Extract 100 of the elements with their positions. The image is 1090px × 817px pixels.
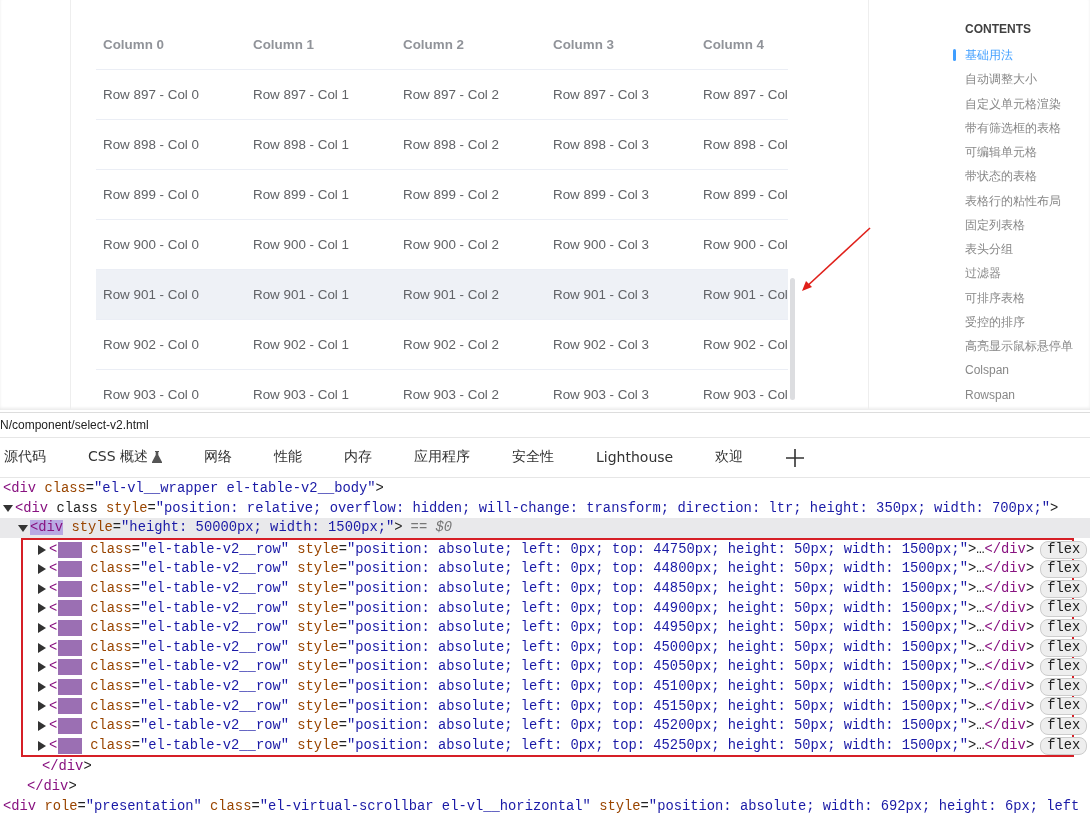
expand-triangle-icon[interactable] [37,642,47,653]
flex-badge[interactable]: flex [1040,697,1088,716]
table-cell-text: Row 903 - Col 2 [402,387,500,402]
flex-badge[interactable]: flex [1040,658,1088,677]
table-row[interactable]: Row 899 - Col 0 Row 899 - Col 1 Row 899 - Col 2 Row 899 - Col 3 Row 899 - Col [96,170,788,220]
toc-link[interactable]: 可排序表格 [965,288,1025,307]
toc-link[interactable]: 自动调整大小 [965,70,1037,89]
table-cell-text: Row 897 - Col 3 [552,87,650,102]
code-text: class="el-table-v2__row" style="position: absolute; left: 0px; top: 44950px; height: 50px; width: 1500px;">…</div> [90,619,1035,638]
collapse-triangle-icon[interactable] [3,503,13,514]
table-cell-text: Row 902 - Col 0 [102,337,200,352]
expand-triangle-icon[interactable] [37,720,47,731]
toc-link[interactable]: 高亮显示鼠标悬停单 [965,337,1073,356]
flex-badge[interactable]: flex [1040,677,1088,696]
code-text: <div class="el-vl__wrapper el-table-v2__body"> [3,480,384,498]
devtools-tab[interactable]: CSS 概述 [67,437,183,478]
flex-badge[interactable]: flex [1040,560,1088,579]
code-text: class="el-table-v2__row" style="position: absolute; left: 0px; top: 44800px; height: 50px; width: 1500px;">…</div> [90,560,1035,579]
code-text: class="el-table-v2__row" style="position: absolute; left: 0px; top: 45000px; height: 50px; width: 1500px;">…</div> [90,638,1035,657]
table-row[interactable]: Row 897 - Col 0 Row 897 - Col 1 Row 897 - Col 2 Row 897 - Col 3 Row 897 - Col [96,70,788,120]
devtools-tab[interactable]: 源代码 [0,437,67,478]
expand-triangle-icon[interactable] [37,544,47,555]
table-row[interactable]: Row 902 - Col 0 Row 902 - Col 1 Row 902 - Col 2 Row 902 - Col 3 Row 902 - Col [96,320,788,370]
code-text: class="el-table-v2__row" style="position: absolute; left: 0px; top: 45150px; height: 50px; width: 1500px;">…</div> [90,697,1035,716]
table-cell-text: Row 902 - Col 1 [252,337,350,352]
toc-link[interactable]: 带有筛选框的表格 [965,118,1061,137]
table-cell-text: Row 899 - Col 3 [552,187,650,202]
expand-triangle-icon[interactable] [37,583,47,594]
flex-badge[interactable]: flex [1040,540,1088,559]
code-text: < [49,658,58,677]
toc-link[interactable]: 可编辑单元格 [965,143,1037,162]
code-text: < [49,677,58,696]
column-header: Column 1 [252,37,315,52]
devtools-tab[interactable]: Lighthouse [575,437,695,478]
code-text: <div role="presentation" class="el-virtual-scrollbar el-vl__horizontal" style="position: absolute; width: 692px; height: 6px; left [3,797,1080,816]
table-cell-text: Row 897 - Col 1 [252,87,350,102]
pointer-arrow [800,226,872,294]
table-cell-text: Row 900 - Col 3 [552,237,650,252]
table-cell-text: Row 898 - Col 0 [102,137,200,152]
table-cell-text: Row 901 - Col 3 [552,287,650,302]
toc-link[interactable]: 表格行的粘性布局 [965,191,1061,210]
code-text: < [49,599,58,618]
collapse-triangle-icon[interactable] [18,523,28,533]
code-text: < [49,540,58,559]
code-text: class="el-table-v2__row" style="position: absolute; left: 0px; top: 44750px; height: 50px; width: 1500px;">…</div> [90,540,1035,559]
table-cell-text: Row 901 - Col 2 [402,287,500,302]
expand-triangle-icon[interactable] [37,662,47,673]
url-text: N/component/select-v2.html [0,418,149,432]
scrollbar-thumb[interactable] [790,278,795,400]
expand-triangle-icon[interactable] [37,564,47,575]
table-cell-text: Row 897 - Col [702,87,788,102]
contents-heading: CONTENTS [965,22,1032,38]
table-row[interactable]: Row 903 - Col 0 Row 903 - Col 1 Row 903 - Col 2 Row 903 - Col 3 Row 903 - Col [96,370,788,410]
toc-link[interactable]: Colspan [965,361,1010,380]
table-cell-text: Row 897 - Col 2 [402,87,500,102]
code-text: class="el-table-v2__row" style="position: absolute; left: 0px; top: 45250px; height: 50px; width: 1500px;">…</div> [90,736,1035,755]
expand-triangle-icon[interactable] [37,681,47,692]
toc-link[interactable]: 表头分组 [965,240,1013,259]
devtools-tab[interactable]: 网络 [183,437,253,478]
flex-badge[interactable]: flex [1040,599,1088,618]
expand-triangle-icon[interactable] [37,603,47,614]
column-header: Column 0 [102,37,165,52]
devtools-tab[interactable]: 性能 [253,437,323,478]
devtools-tab[interactable]: 安全性 [491,437,575,478]
flex-badge[interactable]: flex [1040,638,1088,657]
toc-link[interactable]: 带状态的表格 [965,167,1037,186]
table-cell-text: Row 902 - Col 2 [402,337,500,352]
toc-link[interactable]: 受控的排序 [965,312,1025,331]
code-text: </div> [42,758,92,777]
table-row[interactable]: Row 898 - Col 0 Row 898 - Col 1 Row 898 - Col 2 Row 898 - Col 3 Row 898 - Col [96,120,788,170]
devtools-tab[interactable]: 应用程序 [393,437,491,478]
code-text: <div class style="position: relative; overflow: hidden; will-change: transform; direction: ltr; height: 350px; width: 700px;"> [15,499,1059,518]
flex-badge[interactable]: flex [1040,618,1088,637]
table-cell-text: Row 903 - Col 1 [252,387,350,402]
devtools-tab[interactable]: 内存 [323,437,393,478]
devtools-tab[interactable]: 欢迎 [694,437,765,478]
toc-link[interactable]: 过滤器 [965,264,1001,283]
table-cell-text: Row 899 - Col [702,187,788,202]
expand-triangle-icon[interactable] [37,701,47,712]
code-text: < [49,717,58,736]
toc-link[interactable]: 固定列表格 [965,215,1025,234]
flex-badge[interactable]: flex [1040,716,1088,735]
table-row[interactable]: Row 901 - Col 0 Row 901 - Col 1 Row 901 - Col 2 Row 901 - Col 3 Row 901 - Col [96,270,788,320]
toc-link[interactable]: 自定义单元格渲染 [965,94,1061,113]
code-text: <div style="height: 50000px; width: 1500px;"> [30,519,403,538]
flask-icon [152,450,162,463]
code-text: class="el-table-v2__row" style="position: absolute; left: 0px; top: 44850px; height: 50px; width: 1500px;">…</div> [90,579,1035,598]
flex-badge[interactable]: flex [1040,579,1088,598]
expand-triangle-icon[interactable] [37,622,47,633]
flex-badge[interactable]: flex [1040,736,1088,755]
code-text: < [49,619,58,638]
table-cell-text: Row 902 - Col [702,337,788,352]
code-text: class="el-table-v2__row" style="position: absolute; left: 0px; top: 45200px; height: 50px; width: 1500px;">…</div> [90,717,1035,736]
table-cell-text: Row 900 - Col 2 [402,237,500,252]
expand-triangle-icon[interactable] [37,740,47,751]
toc-link[interactable]: Rowspan [965,385,1016,404]
table-cell-text: Row 898 - Col 3 [552,137,650,152]
table-cell-text: Row 900 - Col 0 [102,237,200,252]
table-cell-text: Row 898 - Col [702,137,788,152]
add-tab-icon[interactable] [786,448,805,467]
